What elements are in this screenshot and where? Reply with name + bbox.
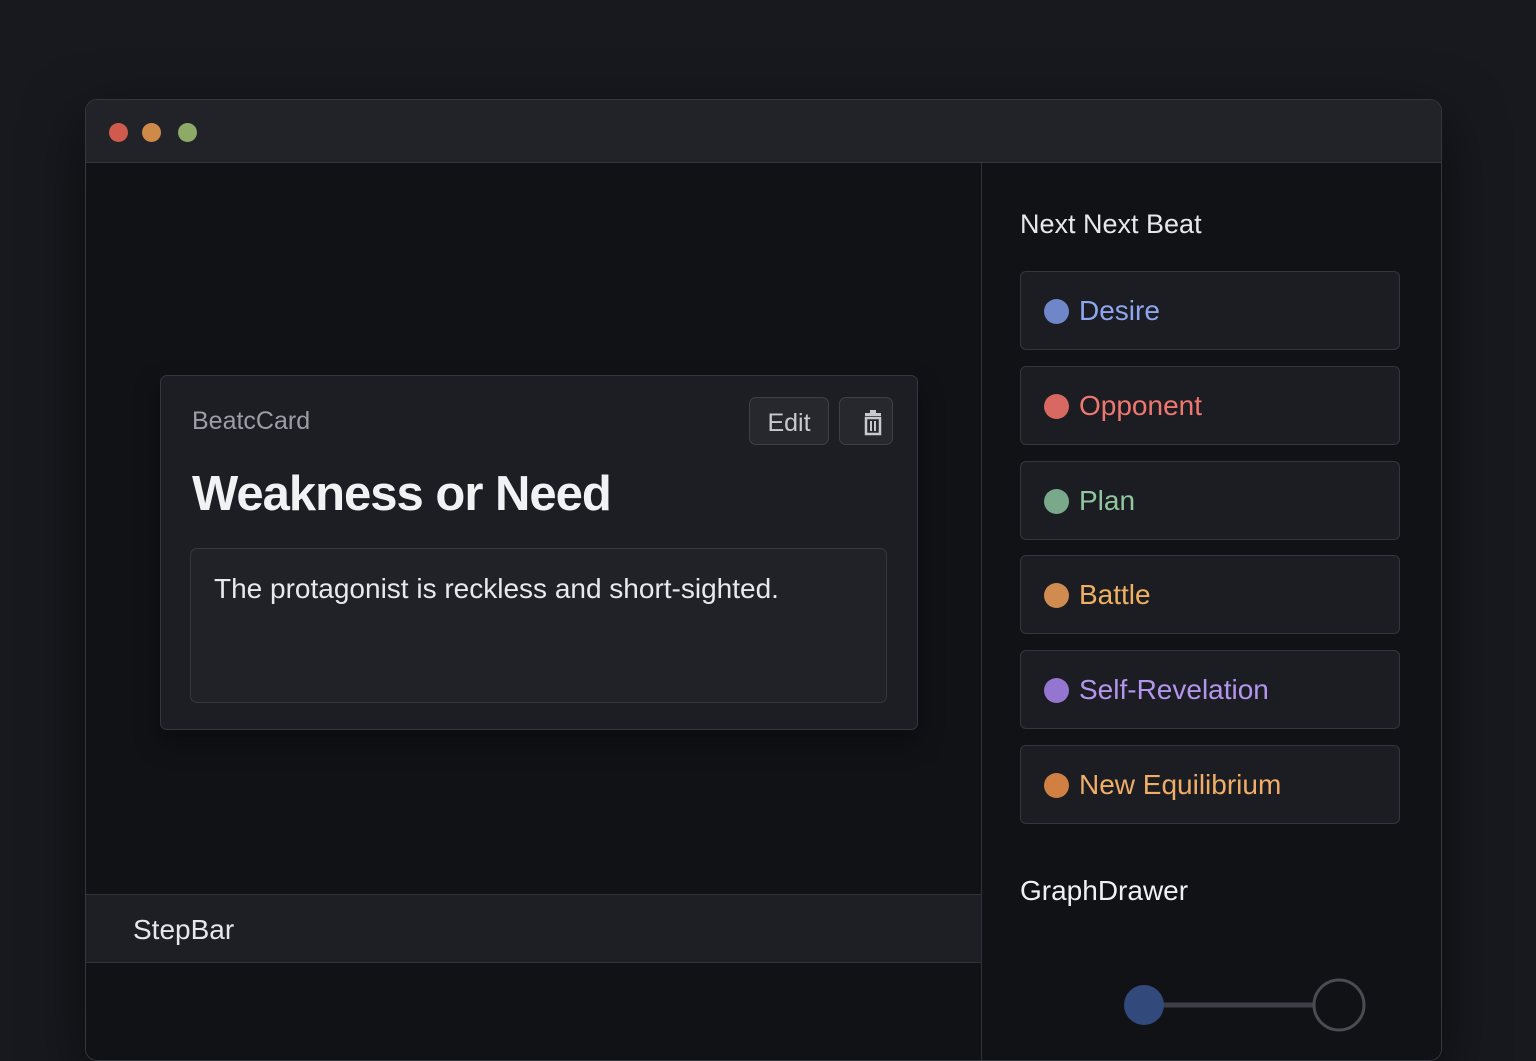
beat-color-dot-icon (1044, 773, 1069, 798)
minimize-window-icon[interactable] (142, 123, 161, 142)
beat-color-dot-icon (1044, 299, 1069, 324)
beat-title: Weakness or Need (192, 467, 612, 521)
beat-option-opponent[interactable]: Opponent (1020, 366, 1400, 445)
close-window-icon[interactable] (109, 123, 128, 142)
app-window: BeatcCard Edit Weakness or Need The prot… (85, 99, 1442, 1061)
graph-drawer-canvas (1124, 978, 1366, 1032)
title-bar (86, 100, 1441, 163)
sidebar-title: Next Next Beat (1020, 209, 1202, 239)
beat-option-battle[interactable]: Battle (1020, 555, 1400, 634)
next-beat-sidebar: Next Next Beat Desire Opponent Plan Batt… (981, 163, 1441, 1060)
beat-option-label: Battle (1079, 579, 1151, 610)
beat-color-dot-icon (1044, 583, 1069, 608)
graph-empty-node[interactable] (1312, 978, 1366, 1032)
beat-color-dot-icon (1044, 394, 1069, 419)
beat-color-dot-icon (1044, 678, 1069, 703)
card-component-label: BeatcCard (192, 407, 311, 435)
step-bar-label: StepBar (133, 914, 235, 945)
step-bar: StepBar (86, 894, 981, 963)
beat-option-label: Desire (1079, 295, 1160, 326)
graph-filled-node[interactable] (1124, 985, 1164, 1025)
delete-button[interactable] (839, 397, 893, 445)
beat-color-dot-icon (1044, 489, 1069, 514)
beat-option-label: Plan (1079, 485, 1136, 516)
beat-option-label: New Equilibrium (1079, 769, 1282, 800)
beat-option-label: Self-Revelation (1079, 674, 1269, 705)
beat-description-text: The protagonist is reckless and short-si… (214, 573, 779, 604)
beat-option-self-revelation[interactable]: Self-Revelation (1020, 650, 1400, 729)
graph-drawer-title: GraphDrawer (1020, 875, 1189, 906)
beat-description-field[interactable]: The protagonist is reckless and short-si… (190, 548, 887, 703)
edit-button[interactable]: Edit (749, 397, 829, 445)
trash-icon (864, 410, 882, 436)
beat-card: BeatcCard Edit Weakness or Need The prot… (160, 375, 918, 730)
main-panel: BeatcCard Edit Weakness or Need The prot… (86, 163, 981, 1060)
maximize-window-icon[interactable] (178, 123, 197, 142)
beat-option-new-equilibrium[interactable]: New Equilibrium (1020, 745, 1400, 824)
beat-option-desire[interactable]: Desire (1020, 271, 1400, 350)
beat-option-plan[interactable]: Plan (1020, 461, 1400, 540)
beat-option-label: Opponent (1079, 390, 1202, 421)
